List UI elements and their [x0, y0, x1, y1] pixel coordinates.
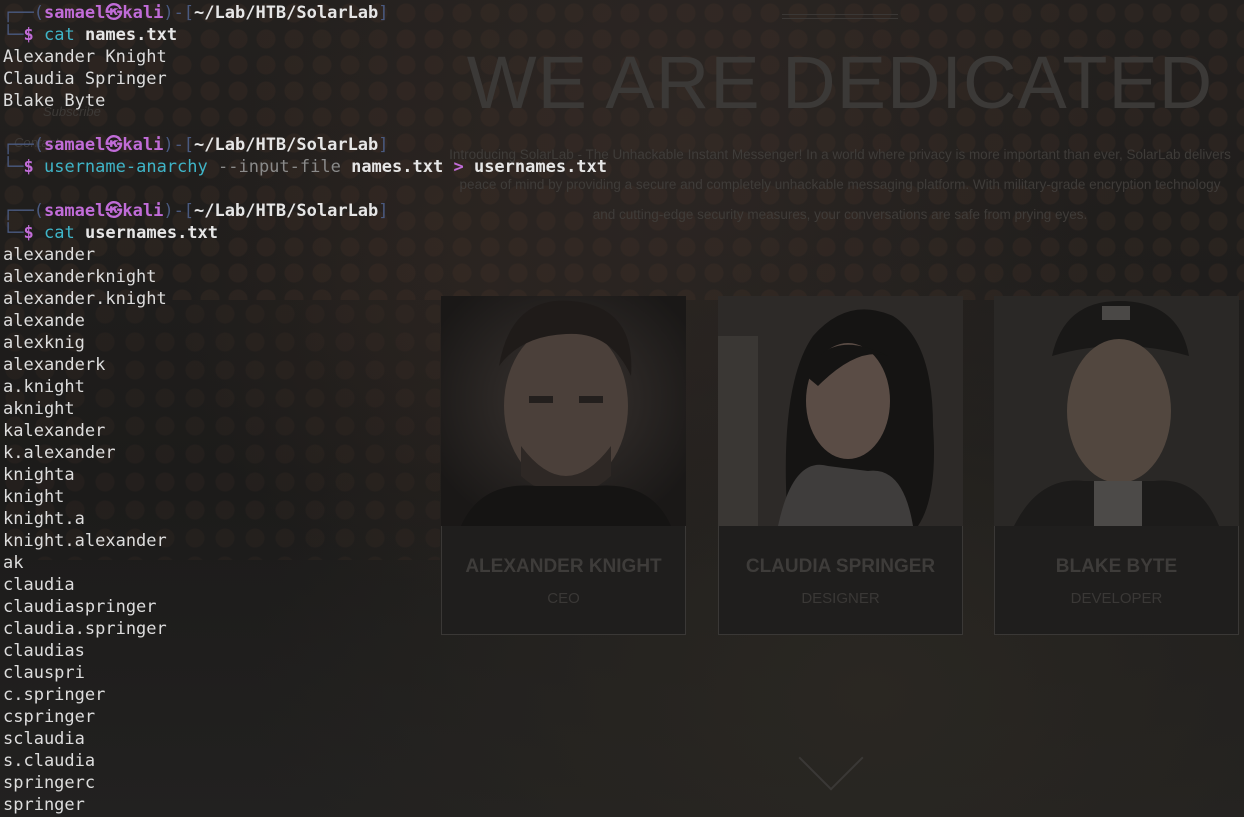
output-line: Alexander Knight — [3, 47, 167, 67]
terminal-output[interactable]: ┌──(samael㉿kali)-[~/Lab/HTB/SolarLab] └─… — [0, 0, 700, 817]
team-card-caption: CLAUDIA SPRINGER DESIGNER — [718, 526, 963, 635]
redirect-operator: > — [453, 157, 464, 177]
output-line: ak — [3, 553, 24, 573]
output-line: k.alexander — [3, 443, 116, 463]
prompt-line: ┌──(samael㉿kali)-[~/Lab/HTB/SolarLab] — [3, 200, 389, 222]
prompt-line: ┌──(samael㉿kali)-[~/Lab/HTB/SolarLab] — [3, 134, 389, 156]
prompt-border: )-[ — [163, 3, 195, 23]
prompt-host: kali — [122, 3, 164, 23]
section-divider — [782, 14, 898, 19]
team-member-role: DESIGNER — [801, 590, 880, 607]
prompt-border: ] — [378, 201, 389, 221]
prompt-border: └─ — [3, 25, 24, 45]
command-arg: names.txt — [351, 157, 444, 177]
output-line: knighta — [3, 465, 75, 485]
command-name: cat — [43, 223, 75, 243]
output-line: s.claudia — [3, 751, 96, 771]
output-line: a.knight — [3, 377, 85, 397]
kali-icon: ㉿ — [105, 135, 123, 155]
command-line: └─$ username-anarchy --input-file names.… — [3, 156, 607, 178]
prompt-user: samael — [43, 3, 106, 23]
team-card-claudia: CLAUDIA SPRINGER DESIGNER — [718, 296, 963, 636]
team-card-caption: BLAKE BYTE DEVELOPER — [994, 526, 1239, 635]
output-line: knight — [3, 487, 65, 507]
prompt-border: ] — [378, 3, 389, 23]
output-line: claudia — [3, 575, 75, 595]
prompt-border: └─ — [3, 157, 24, 177]
output-line: alexknig — [3, 333, 85, 353]
output-line: sclaudia — [3, 729, 85, 749]
team-member-name: BLAKE BYTE — [1055, 556, 1178, 577]
output-line: claudias — [3, 641, 85, 661]
prompt-user: samael — [43, 201, 106, 221]
team-member-name: CLAUDIA SPRINGER — [745, 556, 936, 577]
team-photo — [994, 296, 1239, 526]
kali-icon: ㉿ — [105, 3, 123, 23]
prompt-user: samael — [43, 135, 106, 155]
output-line: aknight — [3, 399, 75, 419]
output-line: alexander.knight — [3, 289, 167, 309]
prompt-path: ~/Lab/HTB/SolarLab — [194, 3, 379, 23]
output-line: knight.alexander — [3, 531, 167, 551]
output-line: alexander — [3, 245, 96, 265]
output-line: clauspri — [3, 663, 85, 683]
prompt-border: ┌──( — [3, 201, 44, 221]
prompt-symbol: $ — [23, 223, 34, 243]
team-card-blake: BLAKE BYTE DEVELOPER — [994, 296, 1239, 636]
prompt-line: ┌──(samael㉿kali)-[~/Lab/HTB/SolarLab] — [3, 2, 389, 24]
output-line: c.springer — [3, 685, 106, 705]
team-member-role: DEVELOPER — [1070, 590, 1163, 607]
output-line: knight.a — [3, 509, 85, 529]
prompt-border: ┌──( — [3, 3, 44, 23]
kali-icon: ㉿ — [105, 201, 123, 221]
prompt-border: ┌──( — [3, 135, 44, 155]
prompt-host: kali — [122, 135, 164, 155]
prompt-border: )-[ — [163, 135, 195, 155]
output-line: kalexander — [3, 421, 106, 441]
output-line: alexanderk — [3, 355, 106, 375]
output-line: springer — [3, 795, 85, 815]
command-arg: names.txt — [84, 25, 178, 45]
prompt-symbol: $ — [23, 25, 34, 45]
team-photo — [718, 296, 963, 526]
output-line: claudia.springer — [3, 619, 167, 639]
prompt-host: kali — [122, 201, 164, 221]
output-line: Blake Byte — [3, 91, 106, 111]
command-option: --input-file — [218, 157, 341, 177]
prompt-path: ~/Lab/HTB/SolarLab — [194, 135, 379, 155]
command-arg: usernames.txt — [84, 223, 219, 243]
prompt-border: └─ — [3, 223, 24, 243]
command-name: username-anarchy — [43, 157, 208, 177]
command-name: cat — [43, 25, 75, 45]
output-line: springerc — [3, 773, 96, 793]
chevron-down-icon[interactable] — [798, 725, 864, 791]
output-line: alexande — [3, 311, 85, 331]
redirect-target: usernames.txt — [473, 157, 608, 177]
output-line: cspringer — [3, 707, 96, 727]
command-line: └─$ cat names.txt — [3, 24, 177, 46]
prompt-border: )-[ — [163, 201, 195, 221]
prompt-path: ~/Lab/HTB/SolarLab — [194, 201, 379, 221]
command-line: └─$ cat usernames.txt — [3, 222, 218, 244]
output-line: Claudia Springer — [3, 69, 167, 89]
prompt-border: ] — [378, 135, 389, 155]
output-line: claudiaspringer — [3, 597, 157, 617]
output-line: alexanderknight — [3, 267, 157, 287]
prompt-symbol: $ — [23, 157, 34, 177]
